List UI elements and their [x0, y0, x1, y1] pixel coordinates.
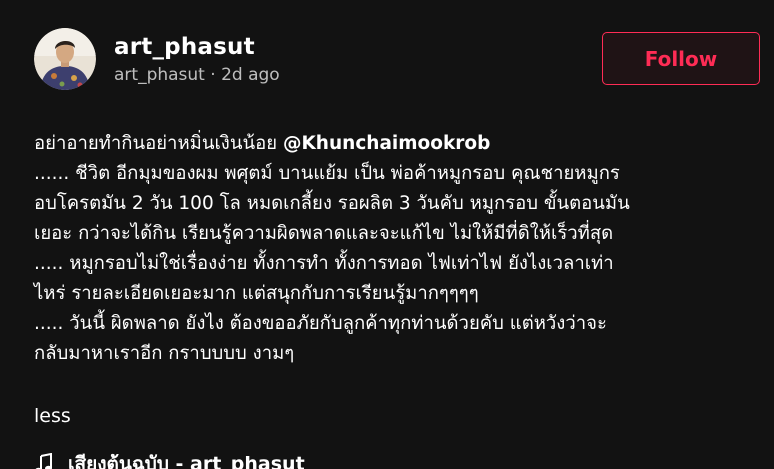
- caption-intro: อย่าอายทำกินอย่าหมิ่นเงินน้อย: [34, 133, 283, 154]
- follow-button[interactable]: Follow: [602, 32, 760, 85]
- author-info: art_phasut art_phasut · 2d ago: [114, 32, 280, 86]
- post-header: art_phasut art_phasut · 2d ago: [34, 28, 280, 90]
- author-meta: art_phasut · 2d ago: [114, 64, 280, 86]
- author-username[interactable]: art_phasut: [114, 65, 205, 85]
- caption-line: ..... หมูกรอบไม่ใช่เรื่องง่าย ทั้งการทำ …: [34, 253, 614, 274]
- music-note-icon: [34, 453, 54, 469]
- caption-line: กลับมาหาเราอีก กราบบบบ งามๆ: [34, 343, 295, 364]
- post-caption: อย่าอายทำกินอย่าหมิ่นเงินน้อย @Khunchaim…: [34, 129, 764, 369]
- caption-line: อบโครตมัน 2 วัน 100 โล หมดเกลี้ยง รอผลิต…: [34, 193, 630, 214]
- music-label: เสียงต้นฉบับ - art_phasut: [68, 453, 305, 469]
- mention-link[interactable]: @Khunchaimookrob: [283, 133, 490, 154]
- user-avatar-photo-icon: [34, 28, 96, 90]
- caption-line: ไหร่ รายละเอียดเยอะมาก แต่สนุกกับการเรีย…: [34, 283, 479, 304]
- meta-separator: ·: [210, 65, 216, 85]
- author-display-name[interactable]: art_phasut: [114, 32, 280, 62]
- caption-line: ...... ชีวิต อีกมุมของผม พศุตม์ บานแย้ม …: [34, 163, 620, 184]
- caption-line: ..... วันนี้ ผิดพลาด ยังไง ต้องขออภัยกับ…: [34, 313, 607, 334]
- post-timestamp: 2d ago: [221, 65, 280, 85]
- caption-line-1: อย่าอายทำกินอย่าหมิ่นเงินน้อย @Khunchaim…: [34, 129, 764, 159]
- avatar[interactable]: [34, 28, 96, 90]
- less-toggle[interactable]: less: [34, 402, 71, 430]
- caption-line: เยอะ กว่าจะได้กิน เรียนรู้ความผิดพลาดและ…: [34, 223, 614, 244]
- post-card: art_phasut art_phasut · 2d ago Follow อย…: [0, 0, 774, 469]
- music-link[interactable]: เสียงต้นฉบับ - art_phasut: [34, 450, 305, 469]
